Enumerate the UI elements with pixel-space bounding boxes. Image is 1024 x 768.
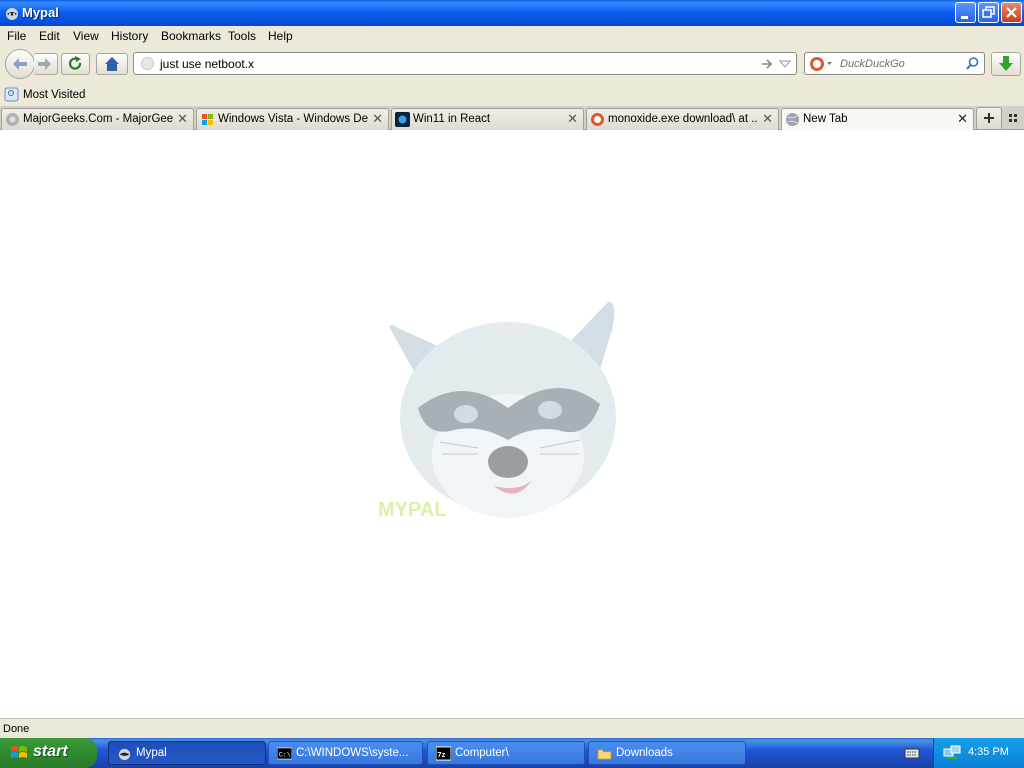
menu-bar: File Edit View History Bookmarks Tools H… xyxy=(0,26,1024,46)
start-button[interactable]: start xyxy=(0,738,97,768)
reload-icon xyxy=(68,56,82,70)
new-tab-page: MYPAL xyxy=(0,130,1024,718)
tab-label: New Tab xyxy=(803,113,848,125)
taskbar-label: Downloads xyxy=(616,747,673,759)
window-title-bar[interactable]: Mypal xyxy=(0,0,1024,26)
menu-view[interactable]: View xyxy=(73,29,99,43)
go-arrow-icon[interactable] xyxy=(760,57,774,71)
menu-bookmarks[interactable]: Bookmarks xyxy=(161,29,221,43)
taskbar-label: C:\WINDOWS\syste... xyxy=(296,747,409,759)
tab-close-icon[interactable]: ✕ xyxy=(957,111,968,127)
url-bar[interactable]: just use netboot.x xyxy=(133,52,797,75)
tab-new-tab[interactable]: New Tab ✕ xyxy=(781,108,974,131)
tab-close-icon[interactable]: ✕ xyxy=(567,111,578,127)
home-button[interactable] xyxy=(96,53,128,75)
tab-win11-react[interactable]: Win11 in React ✕ xyxy=(391,108,584,130)
tab-label: Windows Vista - Windows De... xyxy=(218,113,368,125)
forward-arrow-icon xyxy=(38,58,51,70)
taskbar-button-7zip[interactable]: 7z Computer\ xyxy=(427,741,585,765)
restore-button[interactable] xyxy=(978,2,999,23)
command-prompt-icon: C:\ xyxy=(277,747,292,760)
url-text: just use netboot.x xyxy=(160,57,255,71)
home-icon xyxy=(105,57,119,71)
folder-icon xyxy=(597,749,612,760)
taskbar-label: Computer\ xyxy=(455,747,509,759)
taskbar: start Mypal C:\ C:\WINDOWS\syste... 7z C… xyxy=(0,738,1024,768)
seven-zip-icon: 7z xyxy=(436,746,451,761)
search-icon[interactable] xyxy=(965,56,980,71)
search-placeholder: DuckDuckGo xyxy=(840,58,905,70)
clock[interactable]: 4:35 PM xyxy=(968,746,1009,758)
download-arrow-icon xyxy=(999,56,1013,71)
tab-close-icon[interactable]: ✕ xyxy=(372,111,383,127)
plus-icon xyxy=(984,113,994,123)
tab-label: monoxide.exe download\ at ... xyxy=(608,113,758,125)
win11-react-favicon-icon xyxy=(395,112,410,127)
most-visited-bookmark[interactable]: Most Visited xyxy=(3,86,93,104)
url-dropdown-icon[interactable] xyxy=(779,59,791,69)
taskbar-button-downloads[interactable]: Downloads xyxy=(588,741,746,765)
duckduckgo-favicon-icon xyxy=(591,113,604,126)
tab-monoxide[interactable]: monoxide.exe download\ at ... ✕ xyxy=(586,108,779,130)
status-bar: Done xyxy=(0,718,1024,738)
tab-strip: MajorGeeks.Com - MajorGeeks ✕ Windows Vi… xyxy=(0,106,1024,131)
menu-help[interactable]: Help xyxy=(268,29,293,43)
tab-close-icon[interactable]: ✕ xyxy=(177,111,188,127)
navigation-toolbar: just use netboot.x DuckDuckGo xyxy=(0,46,1024,84)
menu-tools[interactable]: Tools xyxy=(228,29,256,43)
start-label: start xyxy=(33,743,68,760)
mypal-raccoon-icon xyxy=(118,748,131,761)
menu-edit[interactable]: Edit xyxy=(39,29,60,43)
back-arrow-icon xyxy=(13,58,27,70)
menu-history[interactable]: History xyxy=(111,29,148,43)
globe-icon xyxy=(786,113,799,126)
forward-button[interactable] xyxy=(34,53,58,75)
taskbar-button-mypal[interactable]: Mypal xyxy=(108,741,266,765)
duckduckgo-engine-icon[interactable] xyxy=(809,56,833,72)
network-connection-icon[interactable] xyxy=(943,745,961,761)
most-visited-label: Most Visited xyxy=(23,89,86,101)
minimize-icon xyxy=(961,16,968,19)
windows-flag-icon xyxy=(11,746,27,758)
downloads-button[interactable] xyxy=(991,52,1021,76)
tab-grid-icon xyxy=(1009,114,1017,122)
close-icon xyxy=(1006,7,1017,18)
mypal-raccoon-icon xyxy=(6,8,18,20)
restore-icon xyxy=(982,6,995,18)
taskbar-label: Mypal xyxy=(136,747,167,759)
keyboard-language-icon[interactable] xyxy=(904,746,920,760)
tab-majorgeeks[interactable]: MajorGeeks.Com - MajorGeeks ✕ xyxy=(1,108,194,130)
minimize-button[interactable] xyxy=(955,2,976,23)
majorgeeks-favicon-icon xyxy=(6,113,19,126)
system-tray: 4:35 PM xyxy=(933,738,1024,768)
page-globe-icon xyxy=(141,57,154,70)
bookmarks-toolbar: Most Visited xyxy=(0,84,1024,106)
new-tab-button[interactable] xyxy=(976,107,1002,129)
taskbar-button-cmd[interactable]: C:\ C:\WINDOWS\syste... xyxy=(268,741,423,765)
close-window-button[interactable] xyxy=(1001,2,1022,23)
list-all-tabs-button[interactable] xyxy=(1006,110,1022,126)
tab-label: Win11 in React xyxy=(413,113,491,125)
tab-label: MajorGeeks.Com - MajorGeeks xyxy=(23,113,173,125)
svg-text:C:\: C:\ xyxy=(279,751,291,758)
back-button[interactable] xyxy=(5,49,35,79)
svg-text:7z: 7z xyxy=(437,750,445,759)
status-text: Done xyxy=(3,723,30,735)
menu-file[interactable]: File xyxy=(7,29,26,43)
most-visited-folder-icon xyxy=(4,87,19,102)
reload-button[interactable] xyxy=(61,53,90,75)
window-title: Mypal xyxy=(22,5,59,20)
mypal-raccoon-logo: MYPAL xyxy=(378,301,616,521)
tab-windows-vista[interactable]: Windows Vista - Windows De... ✕ xyxy=(196,108,389,130)
windows-logo-icon xyxy=(202,114,213,125)
tab-close-icon[interactable]: ✕ xyxy=(762,111,773,127)
mypal-logo-text: MYPAL xyxy=(378,499,447,521)
search-bar[interactable]: DuckDuckGo xyxy=(804,52,985,75)
